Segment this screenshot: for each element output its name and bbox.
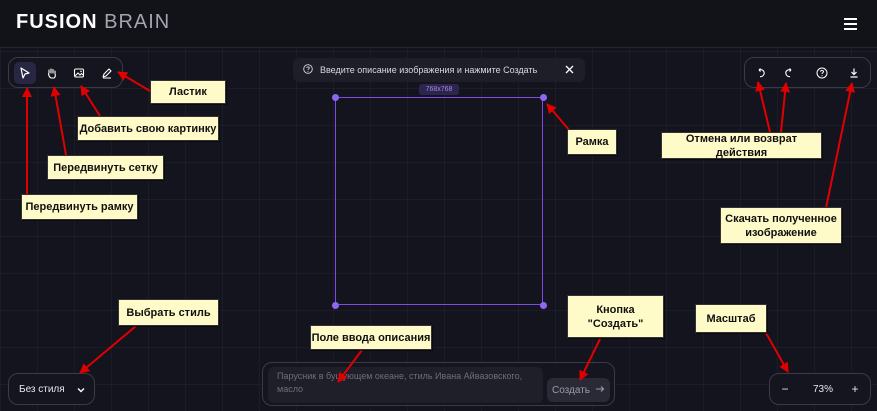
- frame-handle-bottom-left[interactable]: [332, 302, 339, 309]
- arrow-right-icon: [595, 384, 605, 396]
- callout-add-image: Добавить свою картинку: [77, 116, 219, 141]
- hint-bar: Введите описание изображения и нажмите С…: [293, 58, 585, 82]
- arrow-zoom: [765, 332, 789, 373]
- arrow-undo: [755, 81, 771, 133]
- callout-choose-style: Выбрать стиль: [118, 299, 219, 326]
- cursor-icon[interactable]: [14, 62, 36, 84]
- zoom-out-button[interactable]: −: [778, 382, 792, 396]
- arrow-add-image: [80, 85, 101, 117]
- prompt-panel: Создать: [262, 362, 615, 406]
- callout-zoom: Масштаб: [695, 304, 767, 333]
- callout-create-button: Кнопка "Создать": [567, 295, 664, 338]
- question-icon: [303, 64, 313, 76]
- logo[interactable]: FUSION BRAIN: [16, 11, 170, 34]
- callout-download: Скачать полученное изображение: [720, 207, 842, 244]
- frame-size-label: 768x768: [419, 84, 459, 95]
- frame-handle-bottom-right[interactable]: [540, 302, 547, 309]
- tools-toolbar: [8, 57, 123, 88]
- hand-icon[interactable]: [41, 62, 63, 84]
- callout-frame: Рамка: [567, 129, 617, 155]
- eraser-icon[interactable]: [96, 62, 118, 84]
- arrow-style: [79, 325, 137, 374]
- redo-icon[interactable]: [778, 62, 800, 84]
- callout-undo-redo: Отмена или возврат действия: [661, 132, 822, 159]
- actions-toolbar: [744, 57, 871, 88]
- chevron-down-icon: [76, 386, 86, 397]
- arrow-frame: [546, 103, 571, 132]
- zoom-in-button[interactable]: +: [848, 382, 862, 396]
- style-select[interactable]: Без стиля: [8, 373, 95, 405]
- image-add-icon[interactable]: [68, 62, 90, 84]
- help-icon[interactable]: [811, 62, 833, 84]
- download-icon[interactable]: [843, 62, 865, 84]
- style-select-value: Без стиля: [19, 383, 65, 395]
- arrow-redo: [780, 82, 791, 133]
- create-button-label: Создать: [551, 384, 590, 396]
- create-button[interactable]: Создать: [547, 378, 610, 402]
- zoom-panel: − 73% +: [769, 373, 871, 405]
- hint-text: Введите описание изображения и нажмите С…: [320, 65, 538, 75]
- logo-bold: FUSION: [16, 11, 98, 33]
- zoom-value: 73%: [812, 384, 833, 395]
- close-icon[interactable]: [564, 64, 575, 77]
- callout-move-frame: Передвинуть рамку: [21, 194, 138, 220]
- arrow-move-grid: [50, 86, 67, 156]
- undo-icon[interactable]: [750, 62, 772, 84]
- generation-frame[interactable]: [335, 97, 543, 305]
- frame-handle-top-left[interactable]: [332, 94, 339, 101]
- frame-handle-top-right[interactable]: [540, 94, 547, 101]
- hamburger-icon[interactable]: [844, 18, 860, 30]
- prompt-input[interactable]: [268, 367, 543, 403]
- logo-light: BRAIN: [104, 11, 171, 33]
- callout-eraser: Ластик: [150, 80, 226, 104]
- app-header: FUSION BRAIN: [0, 0, 877, 48]
- callout-prompt-field: Поле ввода описания: [310, 325, 432, 350]
- arrow-download: [825, 82, 856, 209]
- callout-move-grid: Передвинуть сетку: [47, 155, 164, 180]
